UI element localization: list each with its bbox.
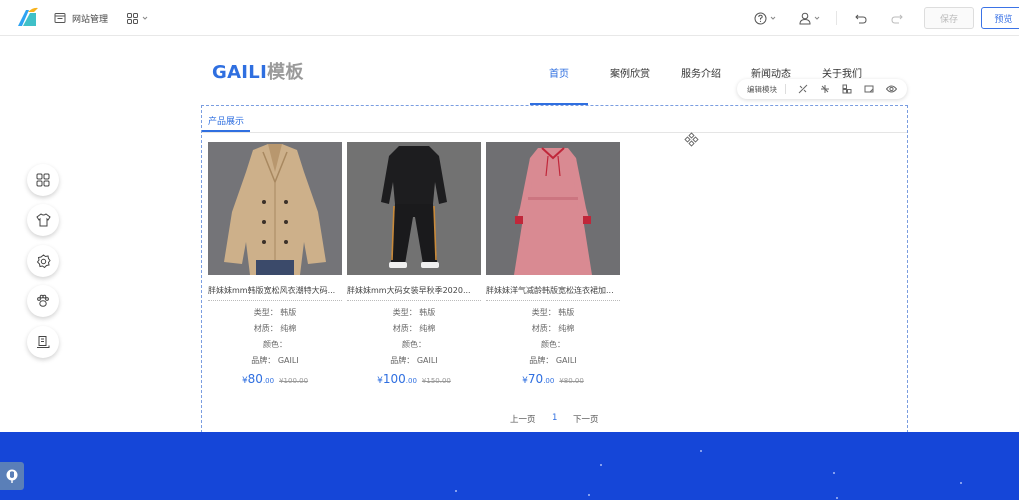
product-brand: 品牌： GAILI [529, 356, 577, 365]
product-type: 类型： 韩版 [253, 308, 297, 317]
customer-service-button[interactable] [0, 462, 24, 490]
editor-topbar: 网站管理 保存 预览 [0, 0, 1019, 36]
module-edit-toolbar: 编辑模块 [737, 79, 907, 99]
original-price: ¥100.00 [279, 377, 309, 385]
apps-grid-icon [127, 12, 138, 24]
product-module[interactable]: 产品展示 胖妹妹mm韩版宽松风衣潮特大码... 类型： 韩版 材质： 纯棉 颜色… [201, 105, 908, 433]
product-name[interactable]: 胖妹妹mm韩版宽松风衣潮特大码... [208, 285, 342, 297]
pets-button[interactable] [27, 285, 59, 317]
move-icon[interactable] [684, 132, 699, 147]
product-color: 颜色： [541, 340, 565, 349]
product-divider [347, 300, 481, 301]
site-footer [0, 432, 1019, 500]
product-material: 材质： 纯棉 [392, 324, 436, 333]
chevron-down-icon [770, 16, 776, 20]
nav-item-about[interactable]: 关于我们 [822, 65, 862, 80]
undo-button[interactable] [855, 0, 867, 36]
module-divider [202, 132, 907, 133]
redo-button[interactable] [891, 0, 903, 36]
product-price: ¥80.00 ¥100.00 [241, 372, 309, 386]
original-price: ¥80.00 [559, 377, 584, 385]
undo-icon [855, 14, 867, 23]
product-price: ¥70.00 ¥80.00 [522, 372, 584, 386]
nav-item-home[interactable]: 首页 [549, 65, 569, 80]
original-price: ¥150.00 [421, 377, 451, 385]
nav-item-cases[interactable]: 案例欣赏 [610, 65, 650, 80]
edit-module-button[interactable]: 编辑模块 [747, 84, 777, 95]
pager-current[interactable]: 1 [552, 413, 557, 423]
product-color: 颜色： [402, 340, 426, 349]
shirt-icon [35, 213, 51, 227]
help-icon [754, 12, 767, 24]
preview-button[interactable]: 预览 [981, 7, 1019, 29]
product-name[interactable]: 胖妹妹洋气减龄韩版宽松连衣裙加... [486, 285, 620, 297]
save-button[interactable]: 保存 [924, 7, 974, 29]
eye-icon[interactable] [884, 82, 898, 96]
settings-button[interactable] [27, 245, 59, 277]
product-card[interactable]: 胖妹妹mm韩版宽松风衣潮特大码... 类型： 韩版 材质： 纯棉 颜色： 品牌：… [208, 142, 342, 386]
product-brand: 品牌： GAILI [251, 356, 299, 365]
product-type: 类型： 韩版 [392, 308, 436, 317]
layout-icon[interactable] [840, 82, 854, 96]
product-card[interactable]: 胖妹妹洋气减龄韩版宽松连衣裙加... 类型： 韩版 材质： 纯棉 颜色： 品牌：… [486, 142, 620, 386]
customer-service-icon [6, 469, 18, 483]
site-manage-menu[interactable]: 网站管理 [54, 0, 108, 36]
product-name[interactable]: 胖妹妹mm大码女装早秋季2020... [347, 285, 481, 297]
product-material: 材质： 纯棉 [531, 324, 575, 333]
frame-icon[interactable] [862, 82, 876, 96]
nav-item-services[interactable]: 服务介绍 [681, 65, 721, 80]
user-menu[interactable] [799, 0, 821, 36]
product-divider [208, 300, 342, 301]
brand-part-2: 模板 [267, 62, 304, 83]
redo-icon [891, 14, 903, 23]
site-manage-icon [54, 13, 66, 23]
nav-item-news[interactable]: 新闻动态 [751, 65, 791, 80]
product-divider [486, 300, 620, 301]
chevron-down-icon [814, 16, 820, 20]
product-image[interactable] [208, 142, 342, 275]
product-price: ¥100.00 ¥150.00 [377, 372, 451, 386]
modules-button[interactable] [27, 164, 59, 196]
gear-icon [36, 253, 51, 268]
divider [836, 11, 837, 25]
app-logo[interactable] [16, 6, 38, 28]
product-image[interactable] [486, 142, 620, 275]
apps-menu[interactable] [127, 0, 149, 36]
product-brand: 品牌： GAILI [390, 356, 438, 365]
pager-prev[interactable]: 上一页 [510, 413, 536, 425]
product-color: 颜色： [263, 340, 287, 349]
theme-button[interactable] [27, 204, 59, 236]
module-title: 产品展示 [208, 117, 245, 127]
style-icon[interactable] [796, 82, 810, 96]
product-image[interactable] [347, 142, 481, 275]
help-menu[interactable] [754, 0, 777, 36]
chevron-down-icon [142, 16, 148, 20]
product-type: 类型： 韩版 [531, 308, 575, 317]
trench-coat-image [208, 142, 342, 275]
animation-icon[interactable] [818, 82, 832, 96]
tracksuit-image [347, 142, 481, 275]
product-material: 材质： 纯棉 [253, 324, 297, 333]
user-icon [799, 12, 811, 24]
apps-grid-icon [36, 173, 50, 187]
site-manage-label: 网站管理 [72, 14, 109, 25]
book-icon [37, 336, 50, 348]
pink-dress-image [486, 142, 620, 275]
site-brand: GAILI模板 [212, 58, 304, 84]
brand-part-1: GAILI [212, 62, 268, 83]
pages-button[interactable] [27, 326, 59, 358]
divider [785, 84, 786, 94]
paw-icon [37, 294, 49, 307]
pager-next[interactable]: 下一页 [573, 413, 599, 425]
product-card[interactable]: 胖妹妹mm大码女装早秋季2020... 类型： 韩版 材质： 纯棉 颜色： 品牌… [347, 142, 481, 386]
